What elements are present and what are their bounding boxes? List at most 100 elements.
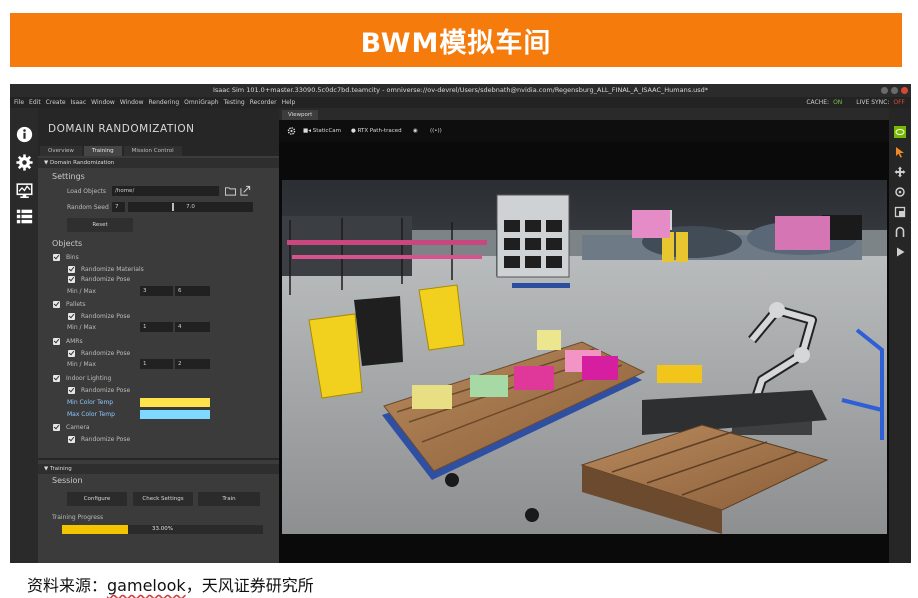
close-button[interactable] bbox=[901, 87, 908, 94]
section-domain-randomization[interactable]: ▼ Domain Randomization bbox=[38, 158, 279, 168]
factory-scene-viewport[interactable] bbox=[282, 180, 887, 534]
cache-label: CACHE: bbox=[806, 99, 830, 106]
minimize-button[interactable] bbox=[881, 87, 888, 94]
caption-source: gamelook bbox=[107, 576, 186, 595]
snap-icon[interactable] bbox=[894, 226, 906, 238]
training-progress-text: 33.00% bbox=[152, 526, 173, 532]
viewport-toolbar: ■◂ StaticCam ● RTX Path-traced ◉ ((•)) bbox=[279, 120, 889, 142]
isaac-sim-window: Isaac Sim 101.0+master.33090.5c0dc7bd.te… bbox=[10, 84, 911, 563]
window-controls bbox=[881, 87, 908, 94]
open-external-icon[interactable] bbox=[240, 185, 251, 196]
audio-icon[interactable]: ((•)) bbox=[430, 126, 442, 136]
lighting-randomize-pose-label: Randomize Pose bbox=[81, 387, 131, 394]
camera-icon: ■◂ bbox=[303, 128, 311, 134]
amrs-checkbox[interactable] bbox=[53, 338, 60, 345]
gear-icon[interactable] bbox=[16, 154, 33, 171]
maximize-button[interactable] bbox=[891, 87, 898, 94]
random-seed-input[interactable]: 7 bbox=[112, 202, 125, 212]
tab-overview[interactable]: Overview bbox=[40, 146, 82, 156]
menu-bar: File Edit Create Isaac Window Window Ren… bbox=[10, 97, 911, 108]
training-progress-label: Training Progress bbox=[52, 514, 104, 521]
tab-training[interactable]: Training bbox=[83, 146, 122, 156]
bins-checkbox[interactable] bbox=[53, 254, 60, 261]
select-arrow-icon[interactable] bbox=[894, 146, 906, 158]
menu-omnigraph[interactable]: OmniGraph bbox=[184, 97, 218, 108]
min-color-temp-swatch[interactable] bbox=[140, 398, 210, 407]
menu-window-2[interactable]: Window bbox=[120, 97, 144, 108]
camera-selector[interactable]: ■◂ StaticCam bbox=[303, 126, 341, 136]
menu-help[interactable]: Help bbox=[282, 97, 296, 108]
bins-randomize-materials-checkbox[interactable] bbox=[68, 266, 75, 273]
max-color-temp-swatch[interactable] bbox=[140, 410, 210, 419]
menu-isaac[interactable]: Isaac bbox=[71, 97, 87, 108]
camera-randomize-pose-checkbox[interactable] bbox=[68, 436, 75, 443]
list-icon[interactable] bbox=[16, 208, 33, 225]
bins-randomize-pose-label: Randomize Pose bbox=[81, 276, 131, 283]
panel-header: DOMAIN RANDOMIZATION bbox=[38, 108, 279, 146]
cache-status[interactable]: ON bbox=[833, 97, 842, 108]
pallets-randomize-pose-checkbox[interactable] bbox=[68, 313, 75, 320]
right-toolbar bbox=[889, 108, 911, 563]
amrs-min-input[interactable]: 1 bbox=[140, 359, 173, 369]
render-mode: RTX Path-traced bbox=[357, 128, 402, 134]
menu-edit[interactable]: Edit bbox=[29, 97, 41, 108]
menu-file[interactable]: File bbox=[14, 97, 24, 108]
bins-minmax-label: Min / Max bbox=[67, 288, 96, 295]
amrs-minmax-label: Min / Max bbox=[67, 361, 96, 368]
amr-robot bbox=[657, 365, 702, 383]
monitor-chart-icon[interactable] bbox=[16, 182, 33, 199]
lighting-label: Indoor Lighting bbox=[66, 375, 112, 382]
camera-checkbox[interactable] bbox=[53, 424, 60, 431]
pallets-min-input[interactable]: 1 bbox=[140, 322, 173, 332]
camera-label: Camera bbox=[66, 424, 90, 431]
render-mode-selector[interactable]: ● RTX Path-traced bbox=[351, 126, 402, 136]
section-divider bbox=[38, 458, 279, 460]
menu-create[interactable]: Create bbox=[46, 97, 66, 108]
amrs-randomize-pose-label: Randomize Pose bbox=[81, 350, 131, 357]
menu-window[interactable]: Window bbox=[91, 97, 115, 108]
menu-rendering[interactable]: Rendering bbox=[149, 97, 180, 108]
rotate-icon[interactable] bbox=[894, 186, 906, 198]
load-objects-input[interactable]: /home/ bbox=[112, 186, 219, 196]
train-button[interactable]: Train bbox=[198, 492, 260, 506]
source-caption: 资料来源：gamelook，天风证券研究所 bbox=[27, 572, 314, 596]
menu-testing[interactable]: Testing bbox=[224, 97, 245, 108]
window-title: Isaac Sim 101.0+master.33090.5c0dc7bd.te… bbox=[212, 86, 709, 94]
window-titlebar: Isaac Sim 101.0+master.33090.5c0dc7bd.te… bbox=[10, 84, 911, 97]
move-icon[interactable] bbox=[894, 166, 906, 178]
menu-recorder[interactable]: Recorder bbox=[250, 97, 277, 108]
tab-mission-control[interactable]: Mission Control bbox=[123, 146, 182, 156]
pallets-minmax-label: Min / Max bbox=[67, 324, 96, 331]
info-icon[interactable] bbox=[16, 126, 33, 143]
factory-scene bbox=[282, 180, 887, 534]
bins-randomize-pose-checkbox[interactable] bbox=[68, 276, 75, 283]
left-toolbar bbox=[10, 108, 38, 563]
lighting-randomize-pose-checkbox[interactable] bbox=[68, 387, 75, 394]
bins-max-input[interactable]: 6 bbox=[175, 286, 210, 296]
reset-button[interactable]: Reset bbox=[67, 218, 133, 232]
play-icon[interactable] bbox=[894, 246, 906, 258]
random-seed-label: Random Seed bbox=[67, 204, 109, 211]
viewport-settings-icon[interactable] bbox=[287, 126, 296, 136]
folder-icon[interactable] bbox=[225, 186, 236, 196]
bins-min-input[interactable]: 3 bbox=[140, 286, 173, 296]
configure-button[interactable]: Configure bbox=[67, 492, 127, 506]
eye-icon[interactable]: ◉ bbox=[413, 126, 418, 136]
livesync-status[interactable]: OFF bbox=[893, 97, 905, 108]
random-seed-slider[interactable]: 7.0 bbox=[128, 202, 253, 212]
viewport-tab[interactable]: Viewport bbox=[282, 110, 319, 120]
scale-icon[interactable] bbox=[894, 206, 906, 218]
camera-name: StaticCam bbox=[312, 128, 342, 134]
load-objects-label: Load Objects bbox=[67, 188, 106, 195]
pallets-max-input[interactable]: 4 bbox=[175, 322, 210, 332]
lighting-checkbox[interactable] bbox=[53, 375, 60, 382]
settings-heading: Settings bbox=[52, 172, 85, 181]
section-training[interactable]: ▼ Training bbox=[38, 464, 279, 474]
pallets-checkbox[interactable] bbox=[53, 301, 60, 308]
amrs-max-input[interactable]: 2 bbox=[175, 359, 210, 369]
check-settings-button[interactable]: Check Settings bbox=[133, 492, 193, 506]
amrs-randomize-pose-checkbox[interactable] bbox=[68, 350, 75, 357]
banner-title: BWM模拟车间 bbox=[360, 27, 552, 59]
session-heading: Session bbox=[52, 476, 83, 485]
slider-handle[interactable] bbox=[172, 203, 174, 211]
